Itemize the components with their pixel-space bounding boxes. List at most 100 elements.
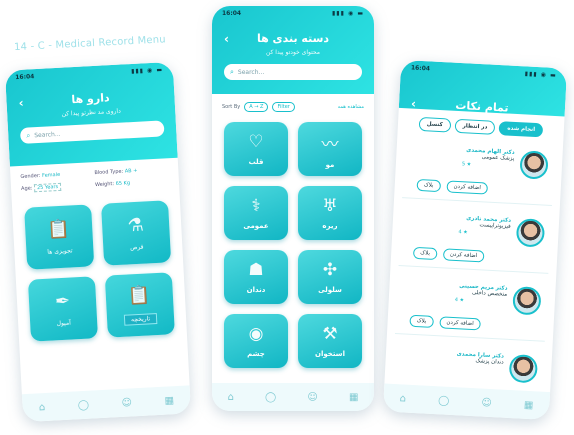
calendar-icon[interactable]: ▦ bbox=[524, 399, 534, 410]
add-button[interactable]: اضافه کردن bbox=[439, 316, 481, 331]
sort-button[interactable]: A → Z bbox=[244, 102, 269, 112]
avatar bbox=[515, 218, 546, 248]
rating-value: 4 bbox=[458, 229, 462, 236]
add-button[interactable]: اضافه کردن bbox=[442, 248, 485, 263]
history-icon: 📋 bbox=[127, 284, 152, 307]
info-blood: Blood Type: AB + bbox=[94, 166, 168, 176]
doctor-specialty: پزشک عمومی bbox=[481, 154, 515, 162]
tile-label: ریره bbox=[322, 222, 338, 230]
bottom-nav: ⌂ ◯ ☺ ▦ bbox=[212, 383, 374, 411]
search-placeholder: Search... bbox=[34, 130, 61, 139]
signal-icon: ▮▮▮ ◉ ▬ bbox=[332, 9, 364, 17]
tile-label: دندان bbox=[246, 286, 266, 294]
phone-medicines: 16:04 ▮▮▮ ◉ ▬ ‹ دارو ها داروی مد نظرتو پ… bbox=[4, 61, 192, 423]
design-caption: 14 - C - Medical Record Menu bbox=[13, 34, 167, 54]
see-all-link[interactable]: مشاهده همه bbox=[338, 104, 364, 110]
calendar-icon[interactable]: ▦ bbox=[349, 392, 358, 403]
profile-icon[interactable]: ☺ bbox=[481, 397, 492, 409]
profile-icon[interactable]: ☺ bbox=[121, 397, 132, 409]
rating: ★ 4 bbox=[454, 297, 465, 304]
signal-icon: ▮▮▮ ◉ ▬ bbox=[524, 69, 557, 79]
doctor-card[interactable]: دکتر الهام محمدی پزشک عمومی ★ 5 بلاک اضا… bbox=[402, 140, 555, 206]
tile-bone[interactable]: ⚒ استخوان bbox=[298, 314, 362, 368]
patient-info: Gender: Female Blood Type: AB + Age: 25 … bbox=[20, 166, 169, 193]
info-age: Age: 25 Years bbox=[20, 182, 95, 193]
status-time: 16:04 bbox=[410, 63, 431, 72]
pill-bottle-icon: ⚗ bbox=[127, 214, 145, 237]
status-time: 16:04 bbox=[15, 72, 35, 81]
tile-general[interactable]: ⚕ عمومی bbox=[224, 186, 288, 240]
tile-label: تاریخچه bbox=[123, 313, 158, 326]
rating-value: 4 bbox=[454, 297, 459, 304]
info-label: Age: bbox=[20, 185, 33, 192]
chat-icon[interactable]: ◯ bbox=[438, 395, 450, 407]
bottom-nav: ⌂ ◯ ☺ ▦ bbox=[21, 385, 192, 423]
tile-label: چشم bbox=[247, 350, 265, 358]
tile-injections[interactable]: ✒ آمپول bbox=[27, 276, 99, 342]
tab-cancelled[interactable]: کنسل bbox=[418, 116, 452, 133]
tile-label: قرص bbox=[129, 243, 144, 252]
back-icon[interactable]: ‹ bbox=[18, 96, 24, 110]
info-label: Gender: bbox=[20, 172, 41, 180]
page-subtitle: محتوای خودتو پیدا کن bbox=[265, 49, 321, 56]
search-input[interactable]: ⌕ Search... bbox=[224, 64, 362, 80]
signal-icon: ▮▮▮ ◉ ▬ bbox=[130, 65, 164, 75]
categories-header: 16:04 ▮▮▮ ◉ ▬ ‹ دسته بندی ها محتوای خودت… bbox=[212, 6, 374, 94]
page-title: دسته بندی ها bbox=[256, 32, 330, 45]
block-button[interactable]: بلاک bbox=[412, 246, 438, 261]
home-icon[interactable]: ⌂ bbox=[228, 392, 234, 403]
bone-icon: ⚒ bbox=[322, 324, 338, 344]
lungs-icon: ♅ bbox=[322, 196, 338, 216]
home-icon[interactable]: ⌂ bbox=[399, 393, 406, 404]
doctor-card[interactable]: دکتر محمد نادری فیزیوتراپیست ★ 4 بلاک اض… bbox=[398, 208, 552, 274]
rating: ★ 4 bbox=[458, 229, 468, 236]
doctor-icon: ⚕ bbox=[251, 196, 261, 216]
tile-hair[interactable]: 〰 مو bbox=[298, 122, 362, 176]
back-icon[interactable]: ‹ bbox=[411, 96, 417, 110]
medicine-grid: 📋 تجویزی ها ⚗ قرص ✒ آمپول 📋 تاریخچه bbox=[24, 200, 175, 342]
profile-icon[interactable]: ☺ bbox=[307, 392, 317, 403]
tab-pending[interactable]: در انتظار bbox=[454, 118, 496, 135]
info-gender: Gender: Female bbox=[20, 170, 94, 180]
info-value: AB + bbox=[124, 167, 138, 175]
tile-label: استخوان bbox=[315, 350, 345, 358]
tile-label: عمومی bbox=[243, 222, 269, 230]
tile-label: آمپول bbox=[56, 319, 71, 328]
category-grid: ♡ قلب 〰 مو ⚕ عمومی ♅ ریره ☗ دندان ✣ سلولی ◉ چشم… bbox=[224, 122, 362, 368]
doctor-specialty: فیزیوتراپیست bbox=[479, 222, 511, 230]
tile-label: قلب bbox=[248, 158, 264, 166]
tile-cells[interactable]: ✣ سلولی bbox=[298, 250, 362, 304]
info-value: 25 Years bbox=[33, 182, 62, 193]
status-bar: 16:04 ▮▮▮ ◉ ▬ bbox=[212, 6, 374, 20]
clipboard-icon: 📋 bbox=[47, 218, 71, 241]
block-button[interactable]: بلاک bbox=[416, 178, 441, 193]
filter-button[interactable]: Filter bbox=[272, 102, 295, 112]
calendar-icon[interactable]: ▦ bbox=[164, 395, 174, 406]
tile-lungs[interactable]: ♅ ریره bbox=[298, 186, 362, 240]
tile-heart[interactable]: ♡ قلب bbox=[224, 122, 288, 176]
chat-icon[interactable]: ◯ bbox=[265, 392, 276, 403]
block-button[interactable]: بلاک bbox=[409, 314, 434, 328]
sort-bar: Sort By A → Z Filter مشاهده همه bbox=[212, 94, 374, 112]
tile-eye[interactable]: ◉ چشم bbox=[224, 314, 288, 368]
chat-icon[interactable]: ◯ bbox=[78, 399, 90, 411]
heart-icon: ♡ bbox=[248, 132, 264, 152]
doctor-card[interactable]: دکتر مریم حسینی متخصص داخلی ★ 4 بلاک اضا… bbox=[394, 276, 548, 342]
syringe-icon: ✒ bbox=[54, 290, 71, 313]
search-icon: ⌕ bbox=[230, 67, 234, 76]
tile-prescriptions[interactable]: 📋 تجویزی ها bbox=[24, 204, 95, 270]
tab-done[interactable]: انجام شده bbox=[498, 121, 544, 138]
home-icon[interactable]: ⌂ bbox=[39, 401, 46, 412]
info-label: Weight: bbox=[94, 181, 115, 189]
tile-teeth[interactable]: ☗ دندان bbox=[224, 250, 288, 304]
tooth-icon: ☗ bbox=[248, 260, 264, 280]
tile-pills[interactable]: ⚗ قرص bbox=[101, 200, 172, 266]
phone-appointments: 16:04 ▮▮▮ ◉ ▬ ‹ تمام نکات انجام شده در ا… bbox=[382, 59, 568, 421]
info-label: Blood Type: bbox=[94, 168, 124, 177]
doctor-specialty: متخصص داخلی bbox=[471, 289, 508, 298]
search-input[interactable]: ⌕ Search... bbox=[19, 120, 165, 144]
tile-history[interactable]: 📋 تاریخچه bbox=[104, 272, 175, 338]
back-icon[interactable]: ‹ bbox=[224, 32, 229, 46]
add-button[interactable]: اضافه کردن bbox=[446, 180, 489, 195]
avatar bbox=[508, 353, 539, 384]
